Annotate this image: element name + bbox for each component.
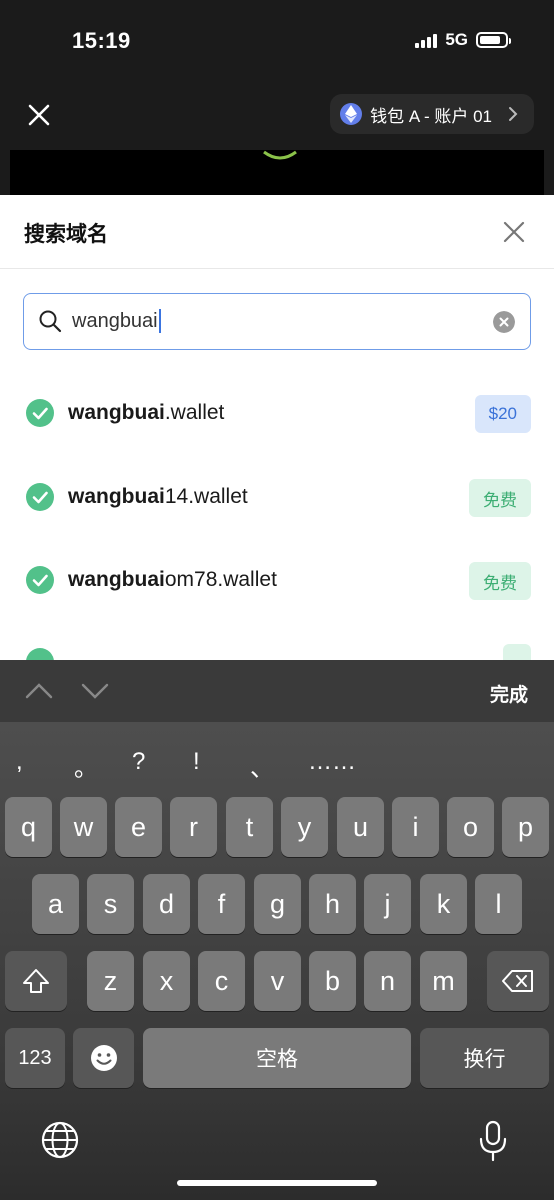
punctuation-key[interactable]: , [16,748,23,776]
punctuation-key[interactable]: 、 [250,748,274,783]
punctuation-key[interactable]: …… [308,748,356,776]
key-y[interactable]: y [281,797,328,857]
status-indicators: 5G [415,30,511,50]
punctuation-key[interactable]: ? [132,748,145,776]
key-q[interactable]: q [5,797,52,857]
background-content [10,150,544,195]
home-indicator[interactable] [177,1180,377,1186]
key-p[interactable]: p [502,797,549,857]
key-u[interactable]: u [337,797,384,857]
key-l[interactable]: l [475,874,522,934]
emoji-key[interactable] [73,1028,134,1088]
price-badge [503,644,531,660]
punctuation-key[interactable]: ! [193,748,200,776]
ethereum-icon [340,103,363,125]
search-value[interactable]: wangbuai [72,309,161,333]
shift-key[interactable] [5,951,67,1011]
microphone-icon[interactable] [478,1120,508,1162]
domain-result-item-partial [0,632,554,660]
domain-name: wangbuai.wallet [68,401,225,424]
domain-name: wangbuai14.wallet [68,485,248,508]
signal-icon [415,32,438,48]
price-badge: 免费 [469,562,531,600]
domain-result-item[interactable]: wangbuai.wallet $20 [0,383,554,443]
key-b[interactable]: b [309,951,356,1011]
chevron-down-icon [263,150,297,160]
check-icon [26,483,54,511]
space-key[interactable]: 空格 [143,1028,411,1088]
key-t[interactable]: t [226,797,273,857]
key-e[interactable]: e [115,797,162,857]
key-k[interactable]: k [420,874,467,934]
chevron-up-icon[interactable] [24,680,54,702]
key-a[interactable]: a [32,874,79,934]
key-m[interactable]: m [420,951,467,1011]
key-j[interactable]: j [364,874,411,934]
key-f[interactable]: f [198,874,245,934]
price-badge: 免费 [469,479,531,517]
key-c[interactable]: c [198,951,245,1011]
backspace-key[interactable] [487,951,549,1011]
key-i[interactable]: i [392,797,439,857]
sheet-title: 搜索域名 [24,223,108,246]
key-x[interactable]: x [143,951,190,1011]
globe-icon[interactable] [40,1120,80,1160]
shift-icon [23,969,49,993]
network-label: 5G [445,30,468,49]
search-value-text: wangbuai [72,309,158,332]
numbers-key[interactable]: 123 [5,1028,65,1088]
backspace-icon [502,970,533,992]
close-icon[interactable] [22,98,56,132]
done-button[interactable]: 完成 [490,680,528,707]
check-icon [26,399,54,427]
key-h[interactable]: h [309,874,356,934]
account-switcher-button[interactable]: 钱包 A - 账户 01 [330,94,534,134]
price-badge: $20 [474,395,531,433]
emoji-icon [90,1045,117,1071]
account-label: 钱包 A - 账户 01 [370,106,492,126]
status-time: 15:19 [72,28,131,53]
battery-icon [476,32,511,48]
key-n[interactable]: n [364,951,411,1011]
key-z[interactable]: z [87,951,134,1011]
domain-name: wangbuaiom78.wallet [68,568,277,591]
domain-result-item[interactable]: wangbuai14.wallet 免费 [0,467,554,527]
key-s[interactable]: s [87,874,134,934]
key-g[interactable]: g [254,874,301,934]
clear-search-icon[interactable] [493,311,515,333]
text-caret [158,309,161,333]
check-icon [26,566,54,594]
search-icon [39,310,62,333]
chevron-down-icon[interactable] [80,680,110,702]
divider [0,268,554,269]
key-v[interactable]: v [254,951,301,1011]
domain-result-item[interactable]: wangbuaiom78.wallet 免费 [0,550,554,610]
chevron-right-icon [509,107,518,121]
return-key[interactable]: 换行 [420,1028,549,1088]
key-d[interactable]: d [143,874,190,934]
key-w[interactable]: w [60,797,107,857]
key-r[interactable]: r [170,797,217,857]
close-sheet-icon[interactable] [500,218,528,246]
punctuation-key[interactable]: 。 [74,748,98,783]
check-icon [26,648,54,660]
key-o[interactable]: o [447,797,494,857]
